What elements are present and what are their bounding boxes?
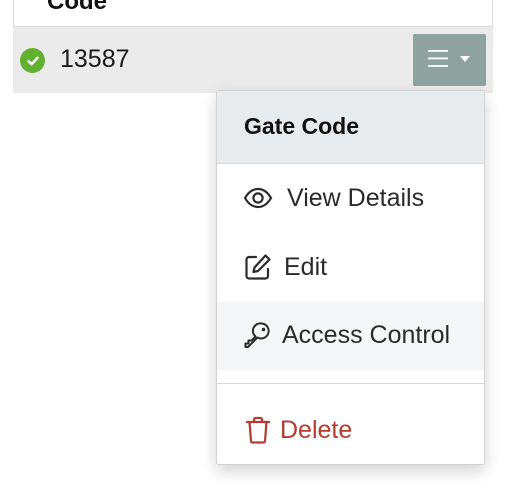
row-actions-menu-button[interactable] bbox=[413, 34, 486, 86]
eye-icon bbox=[243, 183, 273, 213]
menu-item-label: Edit bbox=[284, 253, 328, 281]
row-actions-dropdown: Gate Code View Details Edit Access Contr… bbox=[216, 90, 485, 465]
menu-item-access-control[interactable]: Access Control bbox=[217, 302, 484, 370]
check-circle-icon bbox=[20, 48, 45, 73]
caret-down-icon bbox=[460, 56, 470, 62]
table-row: 13587 bbox=[13, 26, 493, 93]
menu-icon bbox=[428, 50, 448, 67]
menu-item-label: Access Control bbox=[282, 321, 451, 349]
menu-item-delete[interactable]: Delete bbox=[217, 397, 484, 465]
menu-item-edit[interactable]: Edit bbox=[217, 234, 484, 302]
menu-item-view-details[interactable]: View Details bbox=[217, 165, 484, 233]
dropdown-title: Gate Code bbox=[244, 113, 360, 139]
edit-icon bbox=[243, 252, 273, 282]
menu-item-label: View Details bbox=[287, 184, 425, 212]
trash-icon bbox=[243, 415, 273, 445]
key-icon bbox=[243, 320, 273, 350]
menu-divider bbox=[217, 383, 484, 384]
gate-code-value: 13587 bbox=[60, 45, 130, 73]
menu-item-label: Delete bbox=[280, 416, 353, 444]
dropdown-header: Gate Code bbox=[217, 91, 484, 164]
column-header-code: Code bbox=[47, 0, 107, 15]
